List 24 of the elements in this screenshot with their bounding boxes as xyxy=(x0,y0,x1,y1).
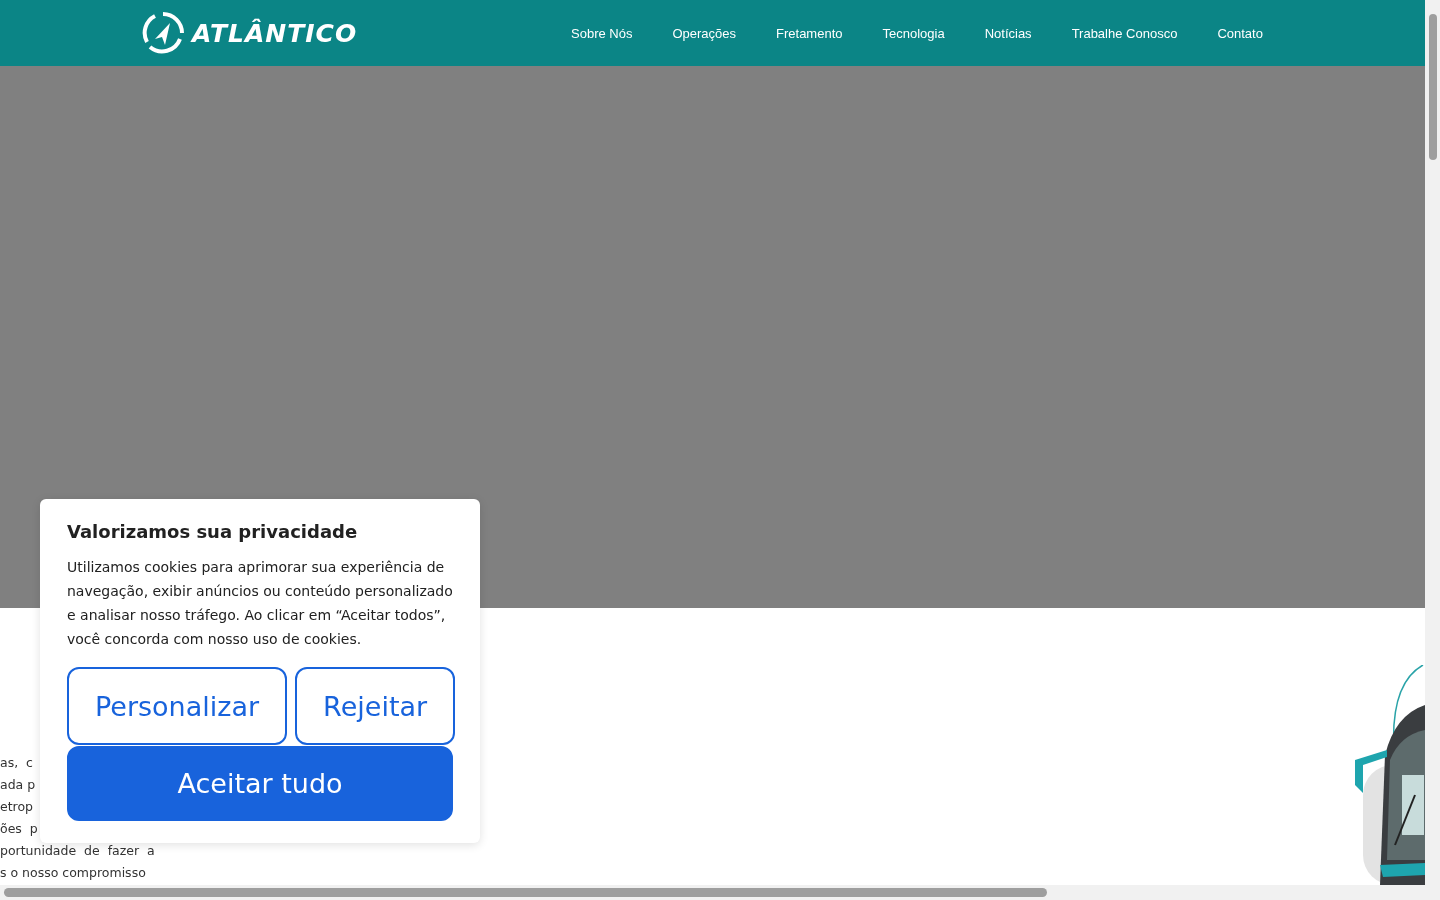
logo-icon xyxy=(142,12,184,54)
banner-text: Utilizamos cookies para aprimorar sua experiência de navegação, exibir anúncios ou conteúdo personalizado e analisar nosso tráfego. Ao clicar em “Aceitar todos”, você concorda com nosso uso de cookies. xyxy=(67,558,453,649)
vertical-scrollbar[interactable] xyxy=(1425,0,1440,885)
cookie-button[interactable]: Personalizar xyxy=(67,667,288,745)
accept-button[interactable]: Aceitar tudo xyxy=(67,746,453,821)
text-line: as, c xyxy=(0,754,33,772)
nav-link[interactable]: Fretamento xyxy=(756,25,863,41)
text-line: ões p xyxy=(0,820,38,838)
text-line: s o nosso compromisso xyxy=(0,864,146,882)
horizontal-scrollbar[interactable] xyxy=(0,885,1425,900)
text-line: ada p xyxy=(0,776,36,794)
nav-link[interactable]: Notícias xyxy=(964,25,1052,41)
nav-link[interactable]: Operações xyxy=(652,25,756,41)
text-line: portunidade de fazer a xyxy=(0,842,155,860)
cookie-button[interactable]: Rejeitar xyxy=(295,667,456,745)
scrollbar-thumb[interactable] xyxy=(4,888,1047,897)
logo-text[interactable]: ATLÂNTICO xyxy=(192,18,358,48)
scrollbar-thumb[interactable] xyxy=(1428,14,1437,160)
nav-link[interactable]: Tecnologia xyxy=(862,25,965,41)
nav-link[interactable]: Trabalhe Conosco xyxy=(1051,25,1198,41)
nav-link[interactable]: Contato xyxy=(1197,25,1283,41)
text-line: etrop xyxy=(0,798,34,816)
nav-link[interactable]: Sobre Nós xyxy=(551,25,653,41)
banner-title: Valorizamos sua privacidade xyxy=(67,521,359,542)
